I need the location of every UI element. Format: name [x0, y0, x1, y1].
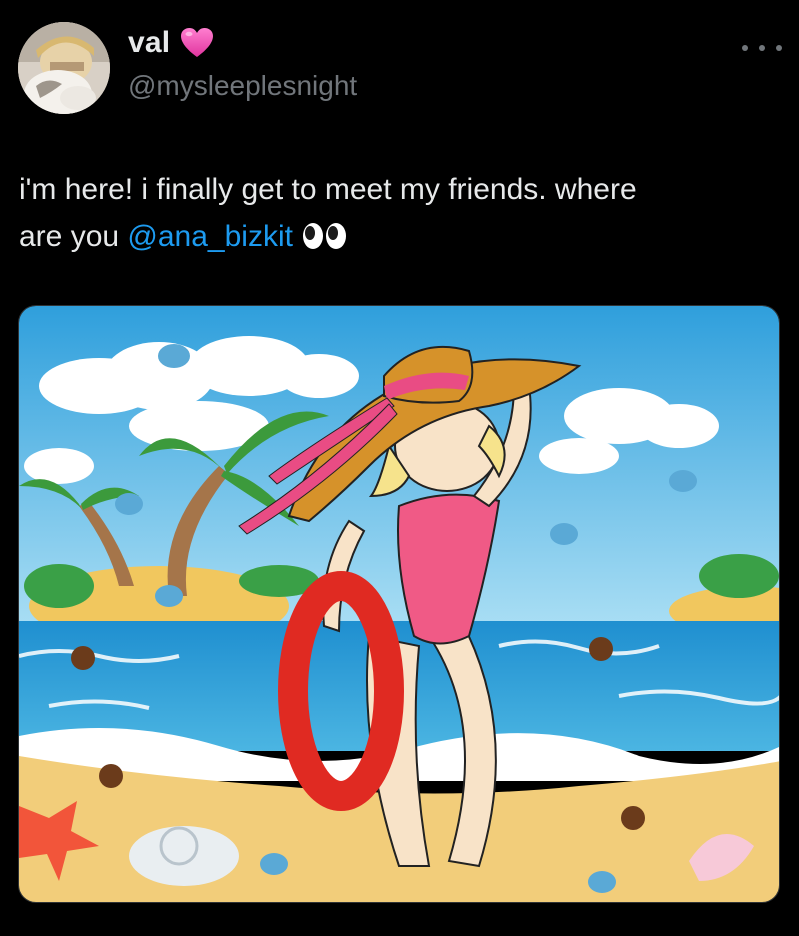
tweet-text-line2: are you	[19, 220, 128, 253]
tweet-media[interactable]	[18, 305, 780, 903]
tweet-card: val @mysleeplesnight i'm here! i finally…	[0, 0, 799, 936]
more-options-icon[interactable]	[742, 36, 782, 60]
author-handle[interactable]: @mysleeplesnight	[128, 70, 357, 102]
avatar[interactable]	[18, 22, 110, 114]
tweet-text-line1: i'm here! i finally get to meet my frien…	[19, 173, 637, 206]
author-name-row: val	[128, 26, 214, 60]
display-name[interactable]: val	[128, 26, 170, 60]
dot	[759, 45, 765, 51]
dot	[742, 45, 748, 51]
tweet-text: i'm here! i finally get to meet my frien…	[19, 166, 779, 260]
dot	[776, 45, 782, 51]
beach-cartoon-image	[19, 306, 779, 902]
mention-link[interactable]: @ana_bizkit	[127, 220, 293, 253]
avatar-photo	[18, 22, 110, 114]
pink-heart-icon	[180, 27, 214, 59]
eyes-emoji-icon	[301, 217, 349, 249]
